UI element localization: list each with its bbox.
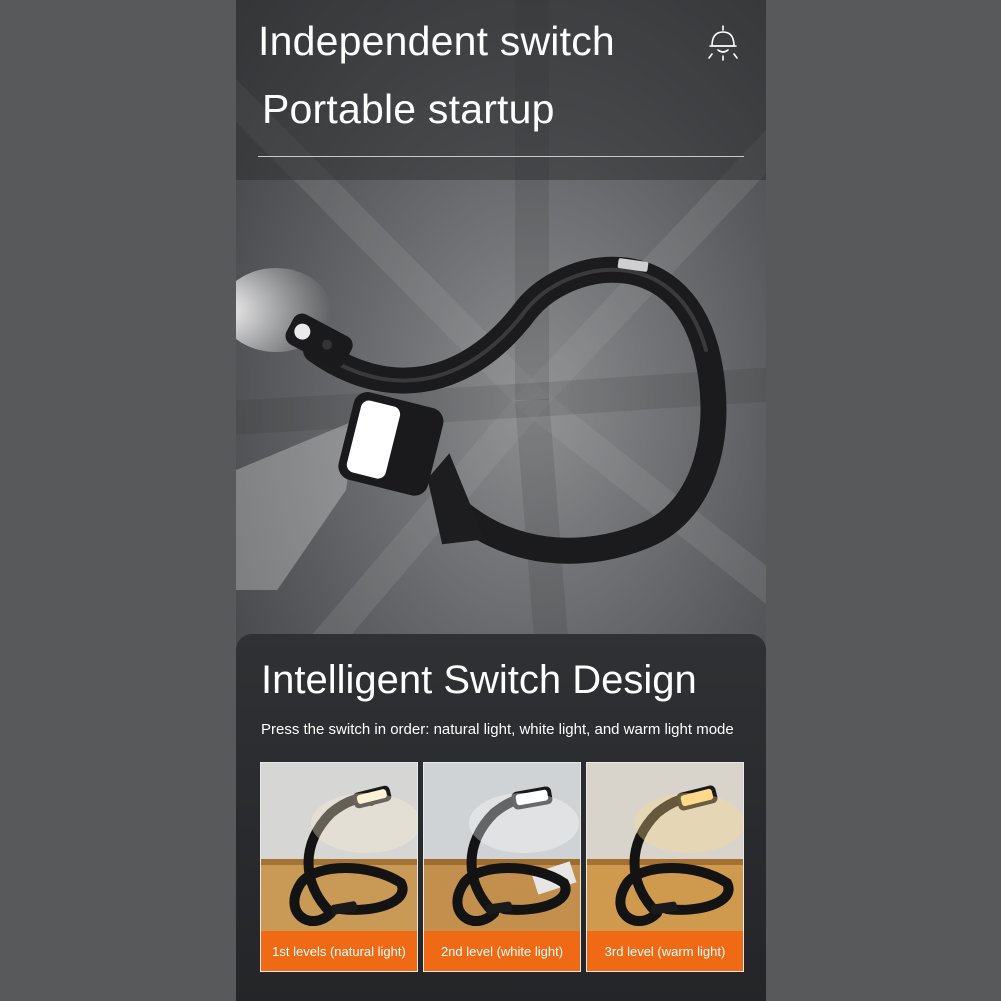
light-mode-list: 1st levels (natural light) 2nd level (wh…: [260, 762, 744, 972]
mode-label: 1st levels (natural light): [261, 931, 417, 971]
section-title: Intelligent Switch Design: [261, 658, 697, 702]
large-light-beam: [236, 420, 356, 590]
mode-card-warm: 3rd level (warm light): [586, 762, 744, 972]
section-description: Press the switch in order: natural light…: [261, 721, 734, 738]
divider: [258, 156, 744, 157]
headline-line-1: Independent switch: [258, 18, 615, 64]
mode-label: 2nd level (white light): [424, 931, 580, 971]
mode-label: 3rd level (warm light): [587, 931, 743, 971]
neck-light-device: [236, 256, 727, 590]
mode-card-natural: 1st levels (natural light): [260, 762, 418, 972]
mode-card-white: 2nd level (white light): [423, 762, 581, 972]
switch-design-section: Intelligent Switch Design Press the swit…: [236, 634, 766, 1001]
headline-line-2: Portable startup: [262, 86, 555, 132]
hero-section: Independent switch Portable startup: [236, 0, 766, 650]
product-panel: Independent switch Portable startup Inte…: [236, 0, 766, 1001]
lamp-icon: [708, 25, 738, 61]
